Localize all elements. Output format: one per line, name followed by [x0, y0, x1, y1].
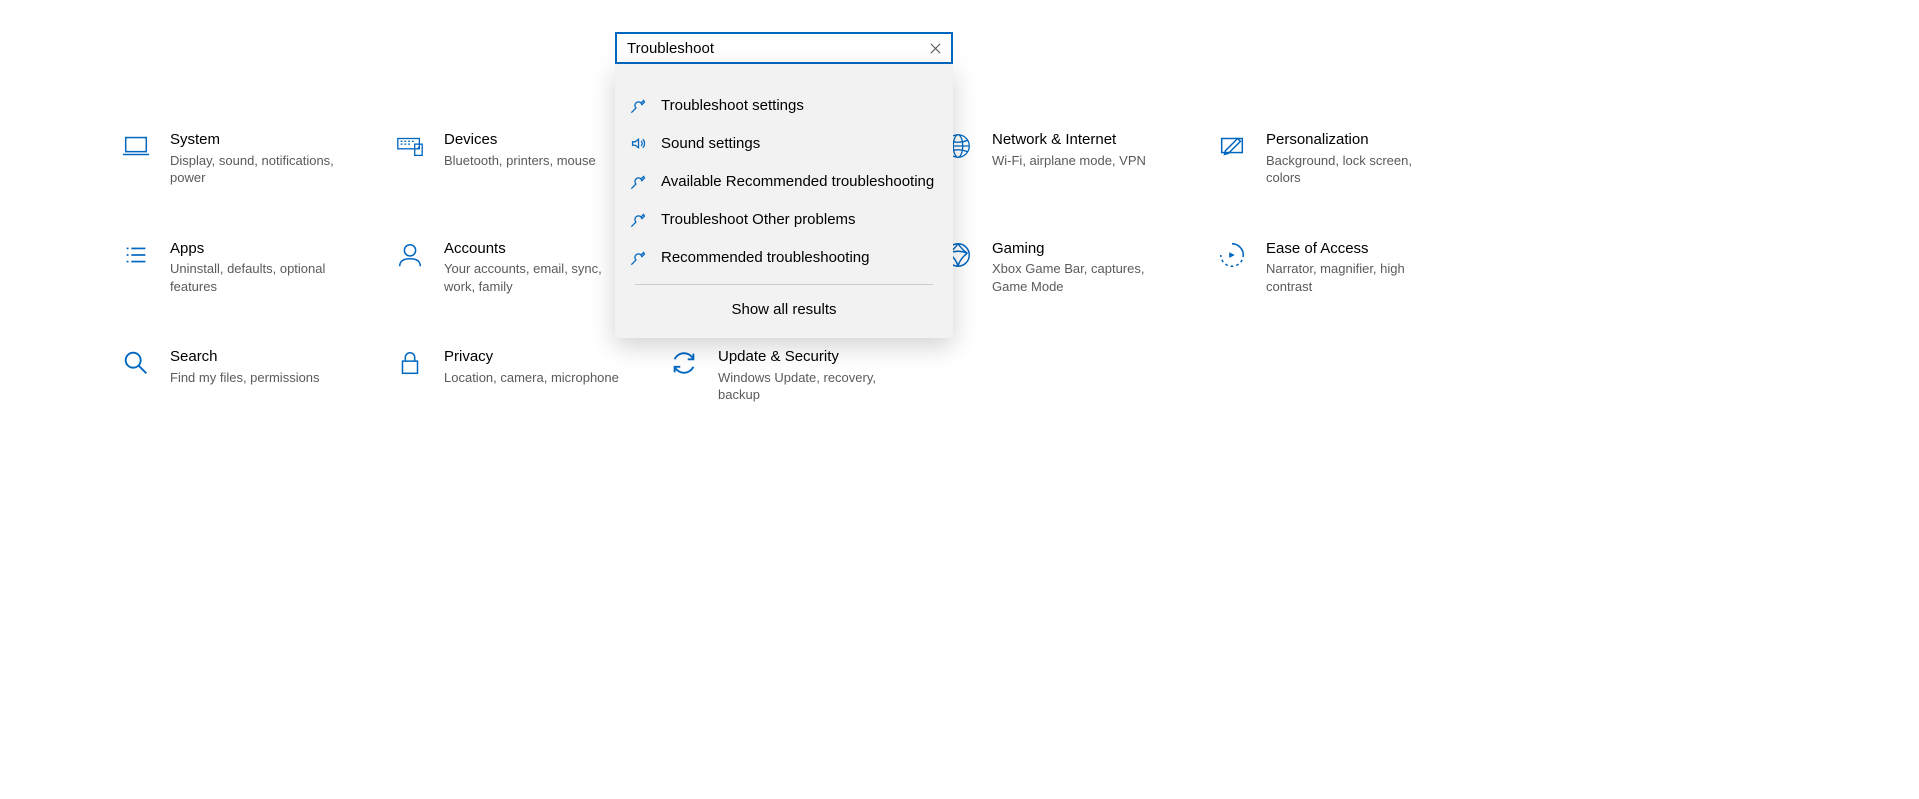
tile-subtitle: Windows Update, recovery, backup [718, 369, 898, 404]
search-result-sound-settings[interactable]: Sound settings [615, 124, 953, 162]
tile-title: Privacy [444, 347, 619, 367]
tile-title: System [170, 130, 350, 150]
ease-icon [1216, 239, 1248, 271]
tile-subtitle: Your accounts, email, sync, work, family [444, 260, 624, 295]
show-all-results[interactable]: Show all results [615, 289, 953, 332]
tile-title: Accounts [444, 239, 624, 259]
tile-title: Network & Internet [992, 130, 1146, 150]
keyboard-icon [394, 130, 426, 162]
search-results-dropdown: Troubleshoot settings Sound settings Ava… [615, 64, 953, 338]
search-container: Troubleshoot settings Sound settings Ava… [615, 32, 953, 338]
search-result-recommended[interactable]: Recommended troubleshooting [615, 238, 953, 276]
wrench-icon [629, 210, 647, 228]
tile-title: Apps [170, 239, 350, 259]
tile-system[interactable]: System Display, sound, notifications, po… [120, 130, 384, 187]
tile-personalization[interactable]: Personalization Background, lock screen,… [1216, 130, 1480, 187]
tile-network[interactable]: Network & Internet Wi-Fi, airplane mode,… [942, 130, 1206, 187]
tile-subtitle: Background, lock screen, colors [1266, 152, 1446, 187]
tile-subtitle: Bluetooth, printers, mouse [444, 152, 596, 170]
tile-update-security[interactable]: Update & Security Windows Update, recove… [668, 347, 932, 404]
tile-subtitle: Display, sound, notifications, power [170, 152, 350, 187]
tile-subtitle: Xbox Game Bar, captures, Game Mode [992, 260, 1172, 295]
tile-title: Devices [444, 130, 596, 150]
clear-icon[interactable] [925, 38, 945, 58]
divider [635, 284, 933, 285]
tile-subtitle: Uninstall, defaults, optional features [170, 260, 350, 295]
search-result-label: Available Recommended troubleshooting [661, 173, 934, 190]
search-input[interactable] [625, 39, 925, 58]
update-icon [668, 347, 700, 379]
search-result-label: Troubleshoot settings [661, 97, 804, 114]
pen-icon [1216, 130, 1248, 162]
person-icon [394, 239, 426, 271]
tile-privacy[interactable]: Privacy Location, camera, microphone [394, 347, 658, 404]
tile-title: Update & Security [718, 347, 898, 367]
search-icon [120, 347, 152, 379]
search-result-other-problems[interactable]: Troubleshoot Other problems [615, 200, 953, 238]
lock-icon [394, 347, 426, 379]
tile-subtitle: Find my files, permissions [170, 369, 320, 387]
tile-title: Gaming [992, 239, 1172, 259]
tile-apps[interactable]: Apps Uninstall, defaults, optional featu… [120, 239, 384, 296]
wrench-icon [629, 172, 647, 190]
apps-icon [120, 239, 152, 271]
tile-title: Personalization [1266, 130, 1446, 150]
tile-search[interactable]: Search Find my files, permissions [120, 347, 384, 404]
tile-ease-of-access[interactable]: Ease of Access Narrator, magnifier, high… [1216, 239, 1480, 296]
tile-gaming[interactable]: Gaming Xbox Game Bar, captures, Game Mod… [942, 239, 1206, 296]
tile-subtitle: Wi-Fi, airplane mode, VPN [992, 152, 1146, 170]
search-result-label: Recommended troubleshooting [661, 249, 869, 266]
tile-subtitle: Location, camera, microphone [444, 369, 619, 387]
sound-icon [629, 134, 647, 152]
search-result-troubleshoot-settings[interactable]: Troubleshoot settings [615, 86, 953, 124]
tile-title: Ease of Access [1266, 239, 1446, 259]
search-result-label: Troubleshoot Other problems [661, 211, 856, 228]
tile-title: Search [170, 347, 320, 367]
wrench-icon [629, 96, 647, 114]
wrench-icon [629, 248, 647, 266]
search-result-available-recommended[interactable]: Available Recommended troubleshooting [615, 162, 953, 200]
search-result-label: Sound settings [661, 135, 760, 152]
tile-subtitle: Narrator, magnifier, high contrast [1266, 260, 1446, 295]
search-box[interactable] [615, 32, 953, 64]
laptop-icon [120, 130, 152, 162]
